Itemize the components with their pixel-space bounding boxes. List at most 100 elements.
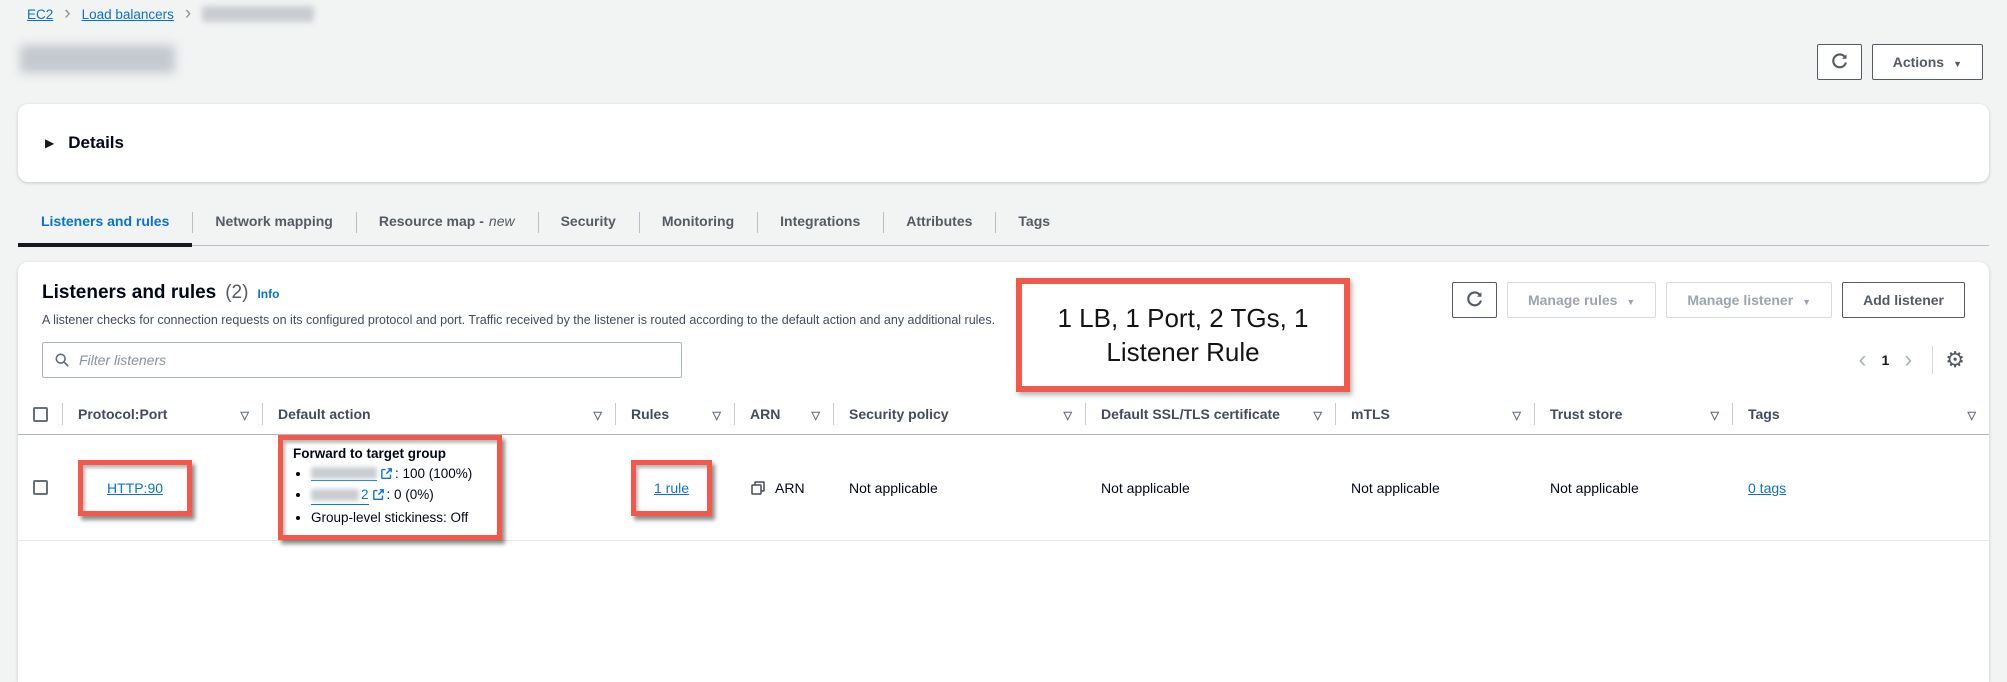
panel-header: Listeners and rules (2) Info A listener … <box>18 262 1989 327</box>
preferences-gear-icon[interactable] <box>1945 347 1965 373</box>
target-group-name-suffix: 2 <box>361 486 369 503</box>
arn-label: ARN <box>775 480 805 496</box>
tab-resource-map[interactable]: Resource map -new <box>356 198 538 245</box>
previous-page-button[interactable] <box>1850 350 1874 370</box>
details-expander[interactable]: Details <box>18 104 1989 182</box>
sort-icon <box>713 406 721 422</box>
panel-toolbar: Manage rules Manage listener Add listene… <box>1452 282 1965 327</box>
target-group-item: : 100 (100%) <box>311 465 485 482</box>
copy-arn-button[interactable] <box>750 480 766 496</box>
sort-icon <box>1711 406 1719 422</box>
select-all-checkbox[interactable] <box>33 407 48 422</box>
chevron-right-icon <box>185 7 191 22</box>
tab-attributes[interactable]: Attributes <box>883 198 995 245</box>
details-label: Details <box>68 133 124 153</box>
tab-listeners-and-rules[interactable]: Listeners and rules <box>18 198 192 245</box>
actions-button[interactable]: Actions <box>1872 44 1983 80</box>
panel-title: Listeners and rules <box>42 282 216 304</box>
sort-icon <box>812 406 820 422</box>
new-badge: new <box>489 213 515 229</box>
chevron-down-icon <box>1626 292 1635 308</box>
tags-link[interactable]: 0 tags <box>1748 480 1786 496</box>
annotation-callout: 1 LB, 1 Port, 2 TGs, 1 Listener Rule <box>1016 278 1350 392</box>
listener-row: HTTP:90 Forward to target group : 100 (1… <box>18 435 1989 541</box>
listeners-table: Protocol:Port Default action Rules ARN S… <box>18 394 1989 541</box>
highlight-box-protocol: HTTP:90 <box>78 460 192 516</box>
target-group-link-redacted[interactable] <box>311 467 377 481</box>
table-header-row: Protocol:Port Default action Rules ARN S… <box>18 394 1989 435</box>
redacted-text <box>311 489 359 501</box>
col-rules[interactable]: Rules <box>615 394 734 434</box>
col-default-action[interactable]: Default action <box>262 394 615 434</box>
expand-triangle-icon <box>45 134 54 152</box>
refresh-button[interactable] <box>1817 44 1862 80</box>
tab-tags[interactable]: Tags <box>995 198 1073 245</box>
page-title-redacted <box>20 45 175 73</box>
listeners-panel: 1 LB, 1 Port, 2 TGs, 1 Listener Rule Lis… <box>18 262 1989 682</box>
cell-trust-store: Not applicable <box>1534 435 1732 540</box>
external-link-icon <box>372 488 385 501</box>
search-icon <box>54 352 70 368</box>
tab-monitoring[interactable]: Monitoring <box>639 198 757 245</box>
external-link-icon <box>380 467 393 480</box>
cell-security-policy: Not applicable <box>833 435 1085 540</box>
actions-button-label: Actions <box>1893 54 1944 70</box>
add-listener-button[interactable]: Add listener <box>1842 282 1965 318</box>
breadcrumb: EC2 Load balancers <box>27 6 314 22</box>
sort-icon <box>1513 406 1521 422</box>
panel-count: (2) <box>225 282 248 304</box>
cell-mtls: Not applicable <box>1335 435 1534 540</box>
highlight-box-default-action: Forward to target group : 100 (100%) 2: … <box>278 435 502 540</box>
sort-icon <box>241 406 249 422</box>
cell-rules: 1 rule <box>615 435 734 540</box>
tab-network-mapping[interactable]: Network mapping <box>192 198 355 245</box>
cell-tags: 0 tags <box>1732 435 1989 540</box>
breadcrumb-ec2[interactable]: EC2 <box>27 7 53 22</box>
tab-integrations[interactable]: Integrations <box>757 198 883 245</box>
panel-description: A listener checks for connection request… <box>42 313 995 327</box>
col-security-policy[interactable]: Security policy <box>833 394 1085 434</box>
tab-bar: Listeners and rules Network mapping Reso… <box>18 198 1989 246</box>
refresh-icon <box>1830 53 1849 72</box>
next-page-button[interactable] <box>1896 350 1920 370</box>
pagination: 1 <box>1850 346 1965 374</box>
tab-security[interactable]: Security <box>538 198 639 245</box>
copy-icon <box>750 480 766 496</box>
col-ssl-certificate[interactable]: Default SSL/TLS certificate <box>1085 394 1335 434</box>
breadcrumb-load-balancers[interactable]: Load balancers <box>82 7 174 22</box>
target-group-weight: : 100 (100%) <box>395 466 472 481</box>
target-group-item: 2 : 0 (0%) <box>311 486 485 505</box>
refresh-icon <box>1465 291 1484 310</box>
sort-icon <box>1314 406 1322 422</box>
chevron-down-icon <box>1802 292 1811 308</box>
highlight-box-rules: 1 rule <box>631 460 712 516</box>
cell-arn: ARN <box>734 435 833 540</box>
cell-protocol-port: HTTP:90 <box>62 435 262 540</box>
filter-row: 1 <box>18 342 1989 378</box>
cell-ssl-certificate: Not applicable <box>1085 435 1335 540</box>
divider <box>1932 346 1933 374</box>
table-refresh-button[interactable] <box>1452 282 1497 318</box>
sort-icon <box>1968 406 1976 422</box>
col-arn[interactable]: ARN <box>734 394 833 434</box>
sort-icon <box>1064 406 1072 422</box>
info-link[interactable]: Info <box>257 287 279 301</box>
page-actions: Actions <box>1817 44 1983 80</box>
filter-listeners-box[interactable] <box>42 342 682 378</box>
target-group-weight: : 0 (0%) <box>387 487 434 502</box>
chevron-right-icon <box>64 7 70 22</box>
page-number[interactable]: 1 <box>1874 352 1896 368</box>
filter-listeners-input[interactable] <box>79 352 670 368</box>
col-trust-store[interactable]: Trust store <box>1534 394 1732 434</box>
rules-link[interactable]: 1 rule <box>654 480 689 496</box>
chevron-down-icon <box>1953 54 1962 70</box>
row-checkbox[interactable] <box>33 480 48 495</box>
target-group-link-redacted[interactable]: 2 <box>311 486 369 505</box>
col-mtls[interactable]: mTLS <box>1335 394 1534 434</box>
breadcrumb-current-redacted <box>202 6 314 22</box>
manage-listener-button: Manage listener <box>1666 282 1832 318</box>
col-protocol-port[interactable]: Protocol:Port <box>62 394 262 434</box>
listener-protocol-link[interactable]: HTTP:90 <box>107 480 163 496</box>
col-tags[interactable]: Tags <box>1732 394 1989 434</box>
redacted-text <box>311 467 377 479</box>
